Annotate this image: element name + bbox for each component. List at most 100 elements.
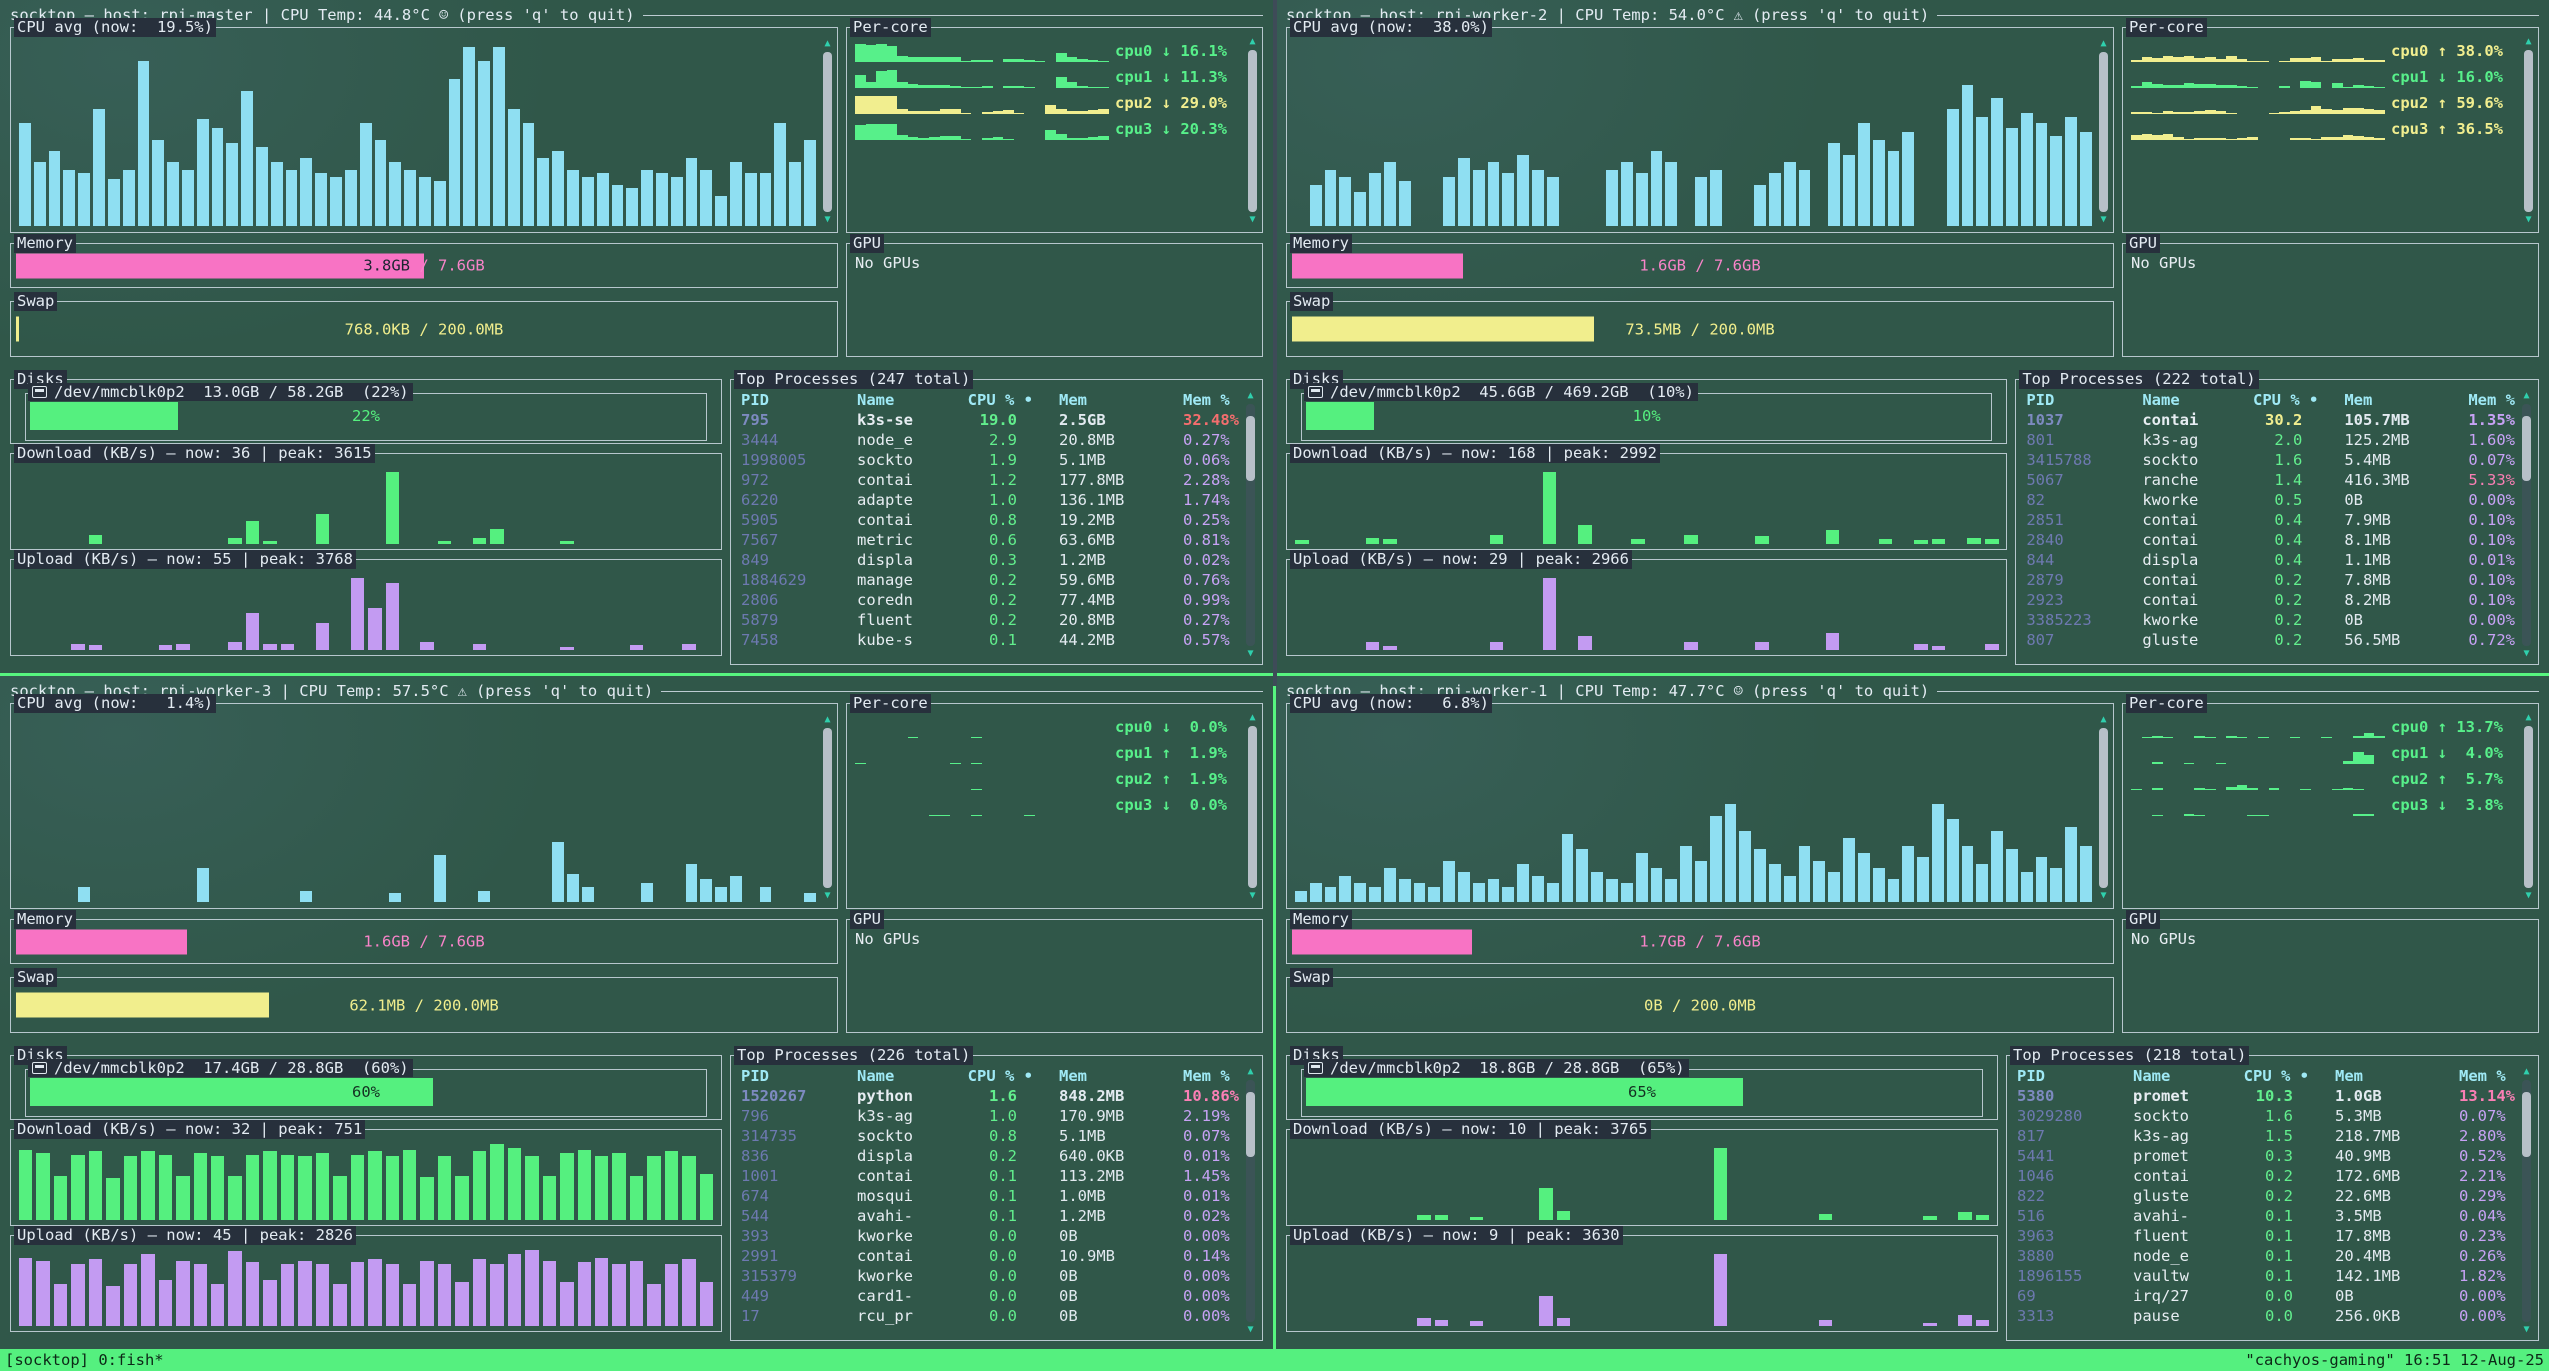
process-row[interactable]: 2991contai0.010.9MB0.14% xyxy=(741,1246,1239,1266)
scroll-up-icon[interactable]: ▲ xyxy=(1249,712,1255,724)
process-row[interactable]: 314735sockto0.85.1MB0.07% xyxy=(741,1126,1239,1146)
scroll-track[interactable] xyxy=(1248,50,1257,212)
cpu-scrollbar[interactable]: ▲ ▼ xyxy=(2096,38,2111,226)
scroll-thumb[interactable] xyxy=(2524,50,2533,212)
cpu-scrollbar[interactable]: ▲ ▼ xyxy=(820,38,835,226)
scroll-down-icon[interactable]: ▼ xyxy=(2523,648,2529,660)
process-row[interactable]: 3415788sockto1.65.4MB0.07% xyxy=(2026,450,2515,470)
scroll-track[interactable] xyxy=(1246,1080,1255,1322)
per-core-scrollbar[interactable]: ▲ ▼ xyxy=(2521,712,2536,902)
process-row[interactable]: 5441promet0.340.9MB0.52% xyxy=(2017,1146,2515,1166)
process-row[interactable]: 796k3s-ag1.0170.9MB2.19% xyxy=(741,1106,1239,1126)
status-session-window[interactable]: [socktop] 0:fish* xyxy=(0,1351,164,1369)
process-row[interactable]: 393kworke0.00B0.00% xyxy=(741,1226,1239,1246)
scroll-thumb[interactable] xyxy=(2099,52,2108,212)
process-row[interactable]: 7458kube-s0.144.2MB0.57% xyxy=(741,630,1239,650)
process-row[interactable]: 69irq/270.00B0.00% xyxy=(2017,1286,2515,1306)
scroll-track[interactable] xyxy=(2524,50,2533,212)
scroll-track[interactable] xyxy=(2522,1080,2531,1322)
cpu-scrollbar[interactable]: ▲ ▼ xyxy=(2096,714,2111,902)
process-row[interactable]: 2806coredn0.277.4MB0.99% xyxy=(741,590,1239,610)
scroll-down-icon[interactable]: ▼ xyxy=(824,890,830,902)
scroll-up-icon[interactable]: ▲ xyxy=(2523,390,2529,402)
scroll-down-icon[interactable]: ▼ xyxy=(1247,648,1253,660)
scroll-track[interactable] xyxy=(2524,726,2533,888)
scroll-down-icon[interactable]: ▼ xyxy=(2100,890,2106,902)
scroll-thumb[interactable] xyxy=(2522,416,2531,481)
scroll-thumb[interactable] xyxy=(1248,726,1257,888)
process-row[interactable]: 516avahi-0.13.5MB0.04% xyxy=(2017,1206,2515,1226)
process-row[interactable]: 1520267python1.6848.2MB10.86% xyxy=(741,1086,1239,1106)
scroll-up-icon[interactable]: ▲ xyxy=(1247,390,1253,402)
process-row[interactable]: 1884629manage0.259.6MB0.76% xyxy=(741,570,1239,590)
process-row[interactable]: 3385223kworke0.20B0.00% xyxy=(2026,610,2515,630)
process-row[interactable]: 836displa0.2640.0KB0.01% xyxy=(741,1146,1239,1166)
process-row[interactable]: 1001contai0.1113.2MB1.45% xyxy=(741,1166,1239,1186)
scroll-up-icon[interactable]: ▲ xyxy=(2525,712,2531,724)
scroll-track[interactable] xyxy=(2099,728,2108,888)
scroll-down-icon[interactable]: ▼ xyxy=(2525,214,2531,226)
process-row[interactable]: 807gluste0.256.5MB0.72% xyxy=(2026,630,2515,650)
process-row[interactable]: 1046contai0.2172.6MB2.21% xyxy=(2017,1166,2515,1186)
process-scrollbar[interactable]: ▲ ▼ xyxy=(2519,390,2534,660)
scroll-up-icon[interactable]: ▲ xyxy=(1247,1066,1253,1078)
process-row[interactable]: 817k3s-ag1.5218.7MB2.80% xyxy=(2017,1126,2515,1146)
process-row[interactable]: 6220adapte1.0136.1MB1.74% xyxy=(741,490,1239,510)
per-core-scrollbar[interactable]: ▲ ▼ xyxy=(2521,36,2536,226)
scroll-thumb[interactable] xyxy=(2524,726,2533,888)
process-row[interactable]: 3880node_e0.120.4MB0.26% xyxy=(2017,1246,2515,1266)
scroll-thumb[interactable] xyxy=(1246,1092,1255,1157)
process-row[interactable]: 17rcu_pr0.00B0.00% xyxy=(741,1306,1239,1326)
process-row[interactable]: 449card1-0.00B0.00% xyxy=(741,1286,1239,1306)
process-row[interactable]: 674mosqui0.11.0MB0.01% xyxy=(741,1186,1239,1206)
process-row[interactable]: 1037contai30.2105.7MB1.35% xyxy=(2026,410,2515,430)
process-scrollbar[interactable]: ▲ ▼ xyxy=(1243,390,1258,660)
process-row[interactable]: 544avahi-0.11.2MB0.02% xyxy=(741,1206,1239,1226)
scroll-up-icon[interactable]: ▲ xyxy=(2525,36,2531,48)
process-row[interactable]: 315379kworke0.00B0.00% xyxy=(741,1266,1239,1286)
scroll-thumb[interactable] xyxy=(1248,50,1257,212)
process-row[interactable]: 5067ranche1.4416.3MB5.33% xyxy=(2026,470,2515,490)
process-row[interactable]: 3444node_e2.920.8MB0.27% xyxy=(741,430,1239,450)
per-core-scrollbar[interactable]: ▲ ▼ xyxy=(1245,36,1260,226)
process-scrollbar[interactable]: ▲ ▼ xyxy=(2519,1066,2534,1336)
process-scrollbar[interactable]: ▲ ▼ xyxy=(1243,1066,1258,1336)
scroll-up-icon[interactable]: ▲ xyxy=(2100,38,2106,50)
scroll-up-icon[interactable]: ▲ xyxy=(2523,1066,2529,1078)
process-row[interactable]: 1896155vaultw0.1142.1MB1.82% xyxy=(2017,1266,2515,1286)
scroll-up-icon[interactable]: ▲ xyxy=(824,714,830,726)
scroll-thumb[interactable] xyxy=(823,52,832,212)
pane-divider-vertical[interactable] xyxy=(1273,0,1277,686)
process-row[interactable]: 2879contai0.27.8MB0.10% xyxy=(2026,570,2515,590)
scroll-track[interactable] xyxy=(2522,404,2531,646)
process-row[interactable]: 5879fluent0.220.8MB0.27% xyxy=(741,610,1239,630)
scroll-down-icon[interactable]: ▼ xyxy=(1247,1324,1253,1336)
scroll-down-icon[interactable]: ▼ xyxy=(2523,1324,2529,1336)
cpu-scrollbar[interactable]: ▲ ▼ xyxy=(820,714,835,902)
process-row[interactable]: 849displa0.31.2MB0.02% xyxy=(741,550,1239,570)
scroll-thumb[interactable] xyxy=(1246,416,1255,481)
process-row[interactable]: 822gluste0.222.6MB0.29% xyxy=(2017,1186,2515,1206)
scroll-track[interactable] xyxy=(1246,404,1255,646)
process-row[interactable]: 972contai1.2177.8MB2.28% xyxy=(741,470,1239,490)
scroll-track[interactable] xyxy=(2099,52,2108,212)
scroll-down-icon[interactable]: ▼ xyxy=(824,214,830,226)
scroll-thumb[interactable] xyxy=(2522,1092,2531,1157)
process-row[interactable]: 1998005sockto1.95.1MB0.06% xyxy=(741,450,1239,470)
process-row[interactable]: 82kworke0.50B0.00% xyxy=(2026,490,2515,510)
process-row[interactable]: 795k3s-se19.02.5GB32.48% xyxy=(741,410,1239,430)
scroll-track[interactable] xyxy=(823,728,832,888)
scroll-thumb[interactable] xyxy=(2099,728,2108,888)
process-row[interactable]: 3313pause0.0256.0KB0.00% xyxy=(2017,1306,2515,1326)
scroll-up-icon[interactable]: ▲ xyxy=(1249,36,1255,48)
process-row[interactable]: 844displa0.41.1MB0.01% xyxy=(2026,550,2515,570)
scroll-down-icon[interactable]: ▼ xyxy=(1249,214,1255,226)
process-row[interactable]: 5905contai0.819.2MB0.25% xyxy=(741,510,1239,530)
scroll-track[interactable] xyxy=(823,52,832,212)
process-row[interactable]: 2851contai0.47.9MB0.10% xyxy=(2026,510,2515,530)
process-row[interactable]: 3029280sockto1.65.3MB0.07% xyxy=(2017,1106,2515,1126)
scroll-up-icon[interactable]: ▲ xyxy=(824,38,830,50)
process-row[interactable]: 2923contai0.28.2MB0.10% xyxy=(2026,590,2515,610)
scroll-down-icon[interactable]: ▼ xyxy=(1249,890,1255,902)
scroll-up-icon[interactable]: ▲ xyxy=(2100,714,2106,726)
